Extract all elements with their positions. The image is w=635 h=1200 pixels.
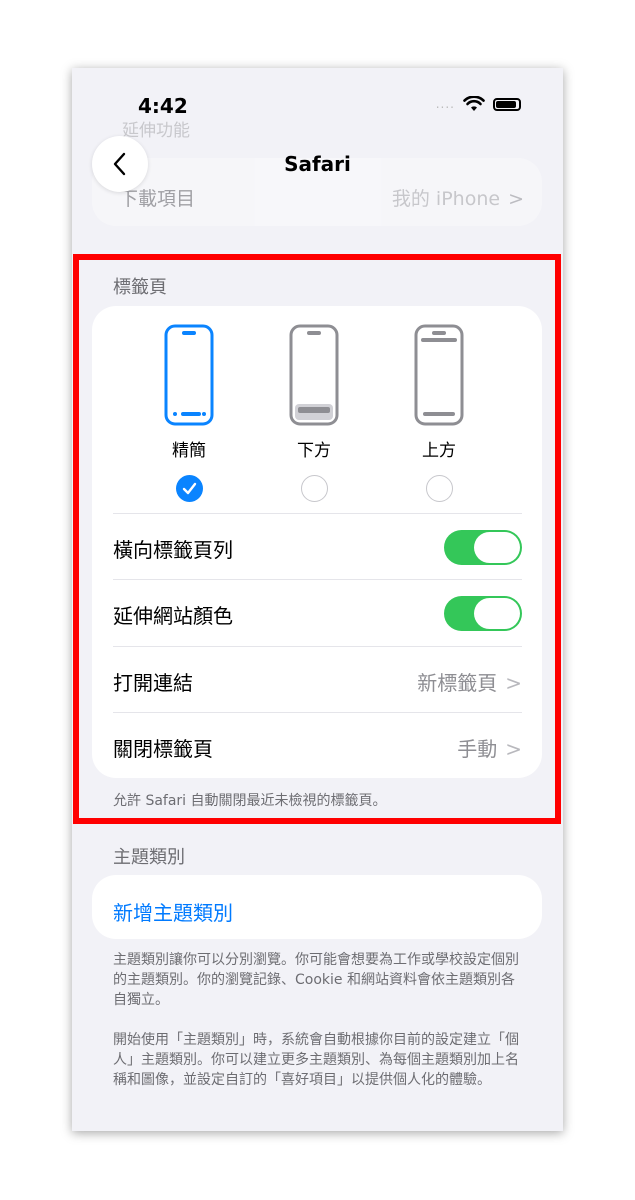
profiles-description-2: 開始使用「主題類別」時，系統會自動根據你目前的設定建立「個人」主題類別。你可以建…: [113, 1032, 519, 1088]
new-profile-button[interactable]: 新增主題類別: [113, 897, 233, 926]
status-time: 4:42: [138, 94, 188, 118]
profiles-card: 新增主題類別: [92, 875, 542, 939]
chevron-right-icon: >: [508, 188, 524, 210]
signal-icon: ....: [435, 97, 455, 111]
profiles-section-header: 主題類別: [113, 847, 185, 868]
wifi-icon: [463, 96, 485, 111]
battery-icon: [493, 97, 521, 111]
page-title: Safari: [284, 152, 351, 176]
highlight-box: [73, 254, 561, 824]
profiles-description-1: 主題類別讓你可以分別瀏覽。你可能會想要為工作或學校設定個別的主題類別。你的瀏覽記…: [113, 952, 519, 1008]
status-icons: ....: [436, 96, 521, 112]
downloads-value: 我的 iPhone >: [391, 188, 524, 210]
status-bar: 4:42 ....: [72, 90, 563, 120]
